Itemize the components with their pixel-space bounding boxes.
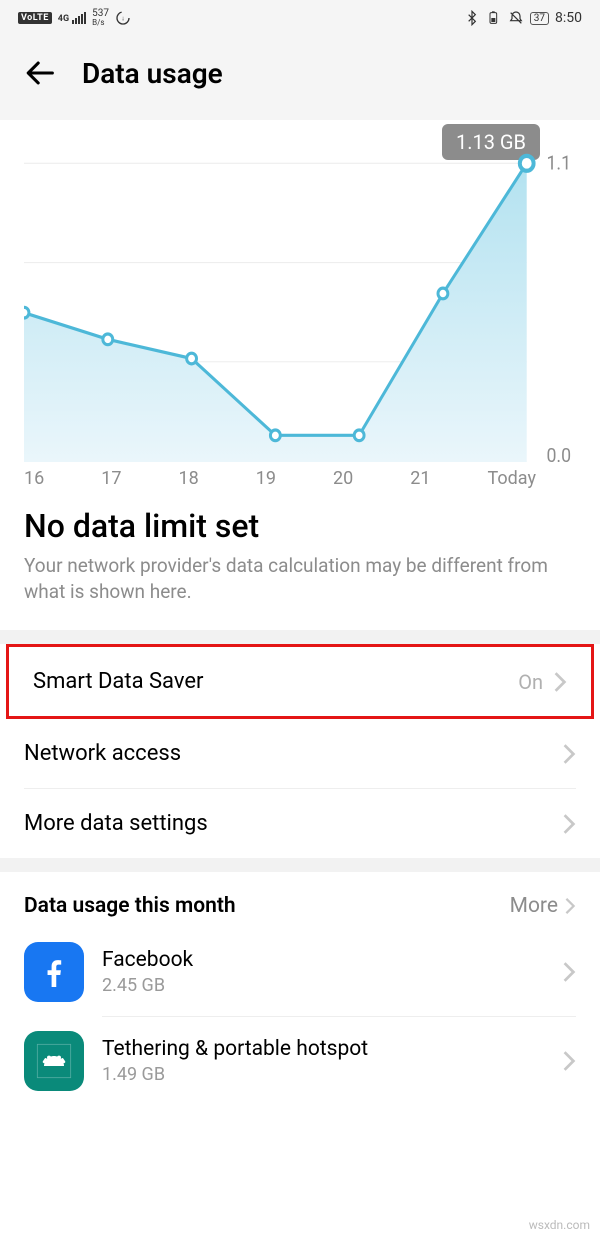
chevron-right-icon xyxy=(562,1050,576,1072)
data-saver-icon: ↓ xyxy=(115,10,131,26)
usage-chart: 1.13 GB 1.1 xyxy=(0,120,600,489)
app-row-facebook[interactable]: Facebook 2.45 GB xyxy=(0,928,600,1016)
no-limit-title: No data limit set xyxy=(24,507,576,545)
chevron-right-icon xyxy=(562,743,576,765)
back-icon[interactable] xyxy=(24,56,58,90)
row-value: On xyxy=(518,670,543,694)
section-title-text: Data usage this month xyxy=(24,894,236,918)
svg-text:↓: ↓ xyxy=(121,15,124,23)
svg-text:0.0: 0.0 xyxy=(546,444,571,462)
no-limit-desc: Your network provider's data calculation… xyxy=(24,553,576,604)
chart-x-axis: 16 17 18 19 20 21 Today xyxy=(24,462,576,489)
row-label: More data settings xyxy=(24,811,208,836)
battery-percent: 37 xyxy=(530,12,549,25)
app-name: Tethering & portable hotspot xyxy=(102,1037,544,1061)
chevron-right-icon xyxy=(564,897,576,915)
chevron-right-icon xyxy=(553,671,567,693)
row-label: Smart Data Saver xyxy=(33,669,204,694)
row-label: Network access xyxy=(24,741,181,766)
chevron-right-icon xyxy=(562,813,576,835)
volte-badge: VoLTE xyxy=(18,12,52,24)
network-access-row[interactable]: Network access xyxy=(0,719,600,788)
divider xyxy=(0,858,600,872)
page-title: Data usage xyxy=(82,57,223,90)
app-name: Facebook xyxy=(102,948,544,972)
facebook-icon xyxy=(24,942,84,1002)
app-usage: 1.49 GB xyxy=(102,1064,544,1085)
clock: 8:50 xyxy=(555,10,582,26)
dnd-icon xyxy=(508,10,524,26)
svg-text:1.1: 1.1 xyxy=(546,152,571,175)
app-row-tethering[interactable]: Tethering & portable hotspot 1.49 GB xyxy=(0,1017,600,1105)
battery-icon-small xyxy=(486,10,502,26)
signal-icon: 4G xyxy=(58,12,86,24)
no-limit-section: No data limit set Your network provider'… xyxy=(0,489,600,630)
status-bar: VoLTE 4G 537B/s ↓ 37 8:50 xyxy=(0,0,600,36)
divider xyxy=(0,630,600,644)
smart-data-saver-row[interactable]: Smart Data Saver On xyxy=(9,647,591,716)
tethering-icon xyxy=(24,1031,84,1091)
header: Data usage xyxy=(0,36,600,120)
highlight-box: Smart Data Saver On xyxy=(6,644,594,719)
bluetooth-icon xyxy=(464,10,480,26)
more-data-settings-row[interactable]: More data settings xyxy=(0,789,600,858)
app-usage: 2.45 GB xyxy=(102,975,544,996)
more-button[interactable]: More xyxy=(510,894,576,918)
monthly-usage-header: Data usage this month More xyxy=(0,872,600,928)
watermark: wsxdn.com xyxy=(529,1218,590,1232)
chevron-right-icon xyxy=(562,961,576,983)
net-speed: 537B/s xyxy=(92,9,109,27)
